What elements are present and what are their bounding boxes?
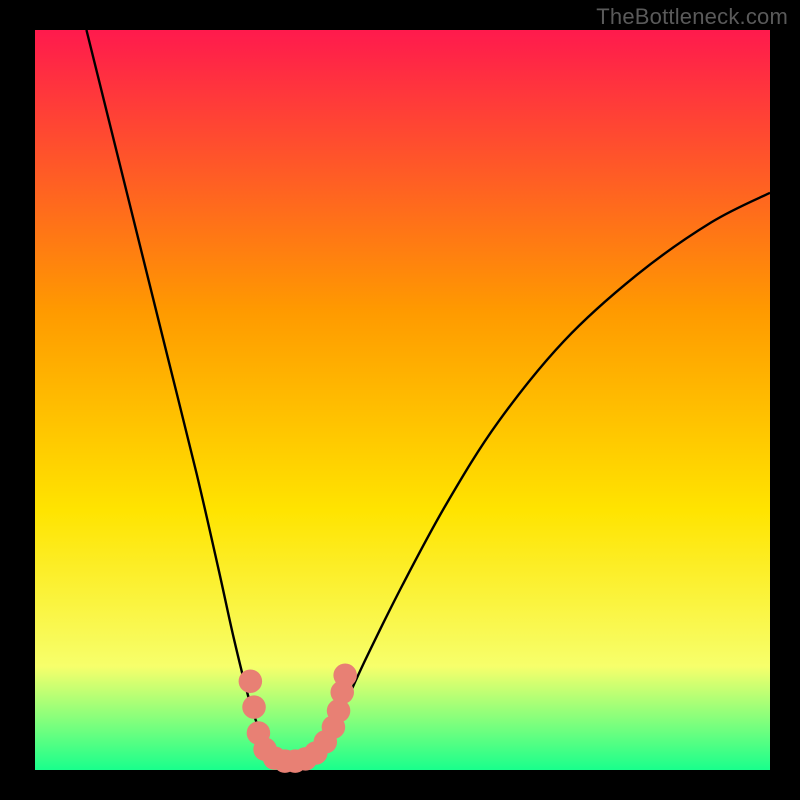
plot-background xyxy=(35,30,770,770)
chart-stage: TheBottleneck.com xyxy=(0,0,800,800)
watermark-text: TheBottleneck.com xyxy=(596,4,788,30)
bottleneck-chart xyxy=(0,0,800,800)
marker-dot xyxy=(242,695,266,719)
marker-dot xyxy=(333,664,357,688)
marker-dot xyxy=(239,669,263,693)
